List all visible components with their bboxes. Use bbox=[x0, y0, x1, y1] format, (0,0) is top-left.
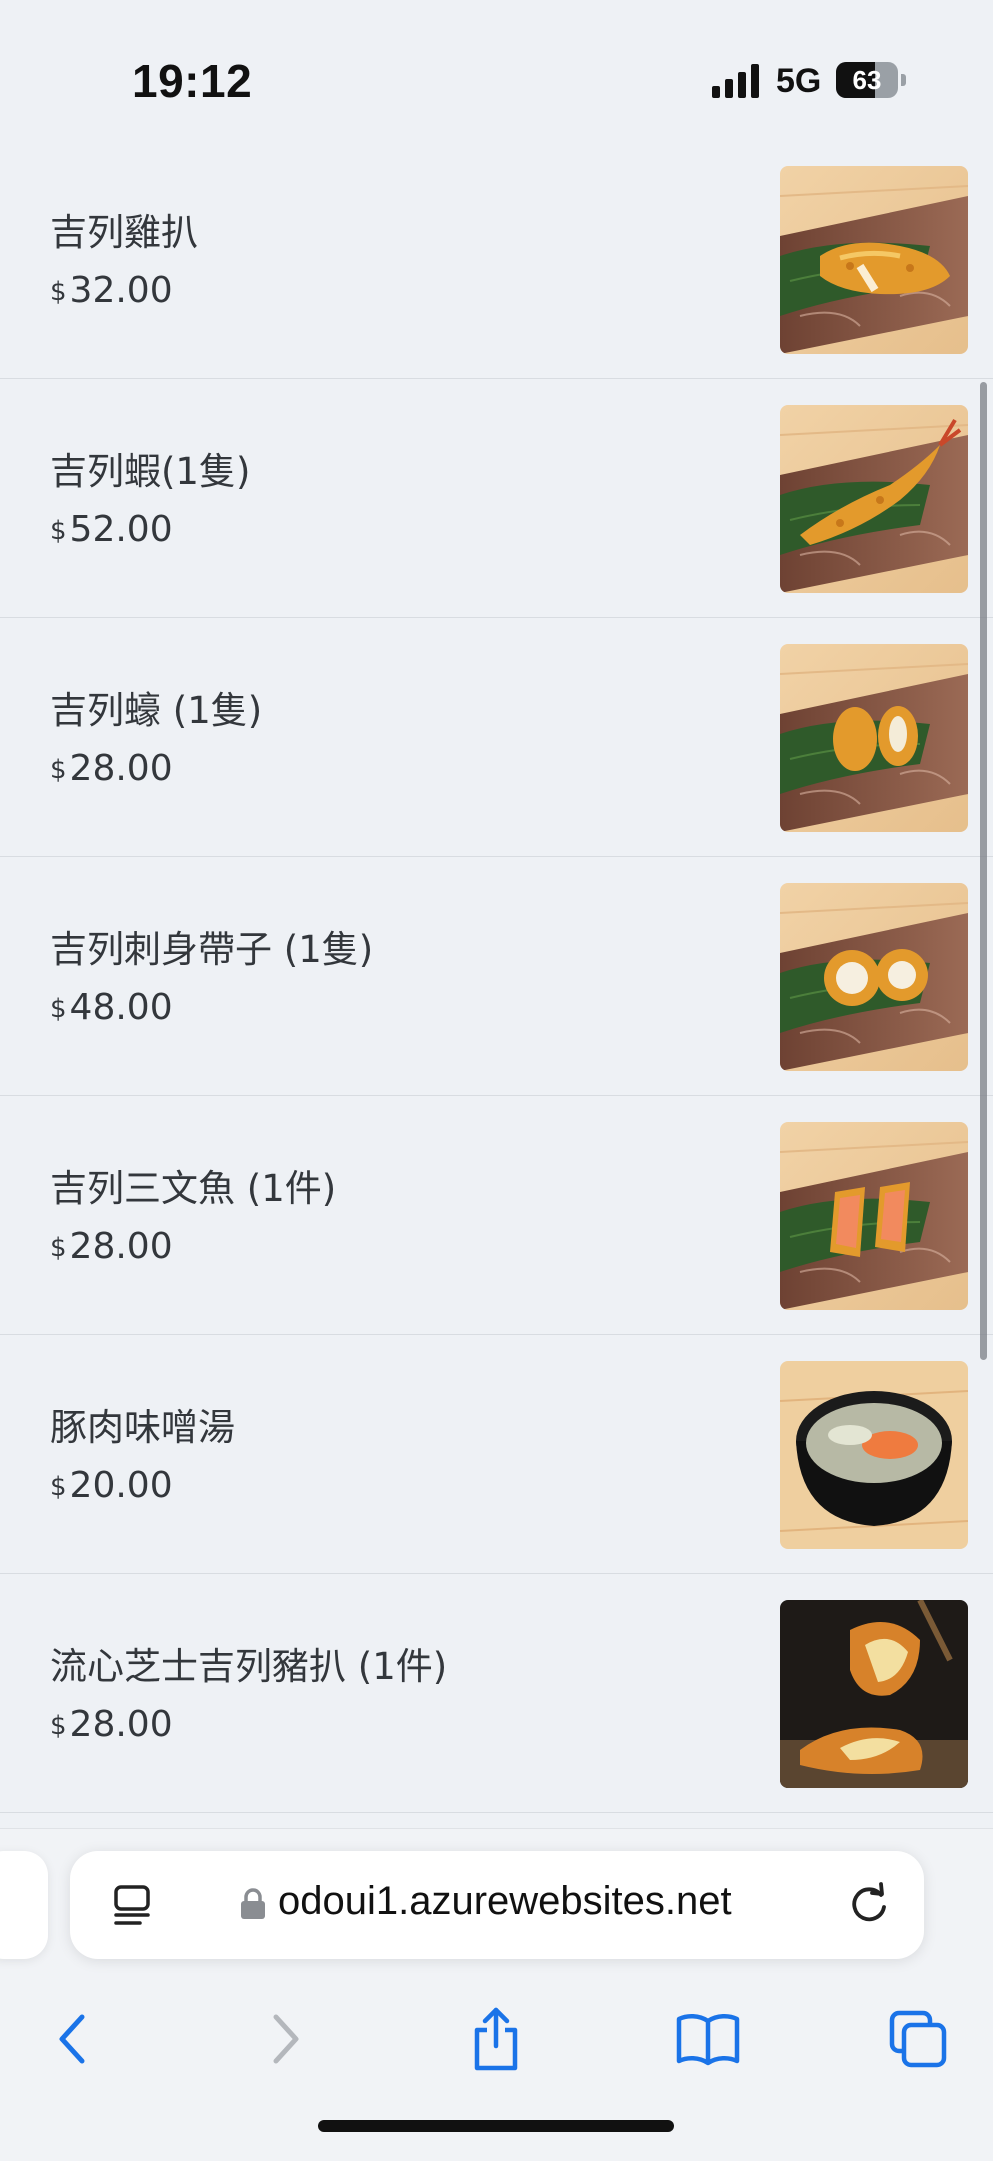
status-time: 19:12 bbox=[132, 55, 253, 107]
item-photo[interactable] bbox=[780, 644, 968, 832]
item-price: $48.00 bbox=[50, 987, 173, 1028]
menu-item[interactable]: 吉列雞扒 $32.00 bbox=[0, 140, 993, 379]
share-button[interactable] bbox=[456, 1999, 536, 2079]
menu-item[interactable]: 吉列蠔 (1隻) $28.00 bbox=[0, 618, 993, 857]
item-photo[interactable] bbox=[780, 166, 968, 354]
forward-button[interactable] bbox=[246, 1999, 326, 2079]
signal-icon bbox=[712, 64, 759, 98]
price-value: 28.00 bbox=[69, 1704, 173, 1745]
item-name: 吉列蝦(1隻) bbox=[50, 450, 251, 493]
currency-symbol: $ bbox=[50, 1233, 67, 1263]
url-text[interactable]: odoui1.azurewebsites.net bbox=[278, 1879, 732, 1924]
address-bar[interactable]: odoui1.azurewebsites.net bbox=[70, 1851, 924, 1959]
battery-icon: 63 bbox=[836, 62, 906, 98]
currency-symbol: $ bbox=[50, 1472, 67, 1502]
price-value: 28.00 bbox=[69, 1226, 173, 1267]
price-value: 32.00 bbox=[69, 270, 173, 311]
item-photo[interactable] bbox=[780, 1600, 968, 1788]
fried-prawn-image bbox=[780, 405, 968, 593]
item-price: $28.00 bbox=[50, 1226, 173, 1267]
item-price: $52.00 bbox=[50, 509, 173, 550]
previous-tab-edge[interactable] bbox=[0, 1851, 48, 1959]
fried-salmon-image bbox=[780, 1122, 968, 1310]
item-price: $28.00 bbox=[50, 748, 173, 789]
browser-chrome: odoui1.azurewebsites.net bbox=[0, 1828, 993, 2161]
currency-symbol: $ bbox=[50, 1711, 67, 1741]
item-photo[interactable] bbox=[780, 1122, 968, 1310]
menu-item[interactable]: 吉列刺身帶子 (1隻) $48.00 bbox=[0, 857, 993, 1096]
item-price: $28.00 bbox=[50, 1704, 173, 1745]
back-icon bbox=[59, 2014, 85, 2064]
fried-scallop-image bbox=[780, 883, 968, 1071]
menu-item[interactable]: 豚肉味噌湯 $20.00 bbox=[0, 1335, 993, 1574]
item-name: 流心芝士吉列豬扒 (1件) bbox=[50, 1645, 448, 1688]
price-value: 48.00 bbox=[69, 987, 173, 1028]
share-icon bbox=[474, 2007, 518, 2071]
fried-chicken-cutlet-image bbox=[780, 166, 968, 354]
currency-symbol: $ bbox=[50, 755, 67, 785]
item-photo[interactable] bbox=[780, 883, 968, 1071]
menu-item[interactable]: 吉列三文魚 (1件) $28.00 bbox=[0, 1096, 993, 1335]
tabs-icon bbox=[889, 2010, 947, 2068]
item-photo[interactable] bbox=[780, 405, 968, 593]
currency-symbol: $ bbox=[50, 994, 67, 1024]
item-name: 豚肉味噌湯 bbox=[50, 1406, 235, 1449]
item-photo[interactable] bbox=[780, 1361, 968, 1549]
item-price: $20.00 bbox=[50, 1465, 173, 1506]
currency-symbol: $ bbox=[50, 516, 67, 546]
price-value: 20.00 bbox=[69, 1465, 173, 1506]
status-bar: 19:12 5G 63 bbox=[0, 0, 993, 160]
tabs-button[interactable] bbox=[878, 1999, 958, 2079]
browser-toolbar bbox=[0, 1989, 993, 2089]
back-button[interactable] bbox=[32, 1999, 112, 2079]
reload-icon[interactable] bbox=[846, 1881, 892, 1927]
menu-list: 吉列雞扒 $32.00 吉列蝦(1隻) $52.00 吉列蠔 (1隻) $28.… bbox=[0, 140, 993, 1813]
scrollbar[interactable] bbox=[980, 382, 987, 1360]
battery-level: 63 bbox=[852, 65, 882, 95]
network-label: 5G bbox=[776, 62, 822, 100]
lock-icon bbox=[241, 1888, 265, 1919]
pork-miso-soup-image bbox=[780, 1361, 968, 1549]
cheese-pork-cutlet-image bbox=[780, 1600, 968, 1788]
item-name: 吉列刺身帶子 (1隻) bbox=[50, 928, 374, 971]
item-name: 吉列蠔 (1隻) bbox=[50, 689, 263, 732]
currency-symbol: $ bbox=[50, 277, 67, 307]
reader-mode-icon[interactable] bbox=[110, 1883, 154, 1927]
price-value: 52.00 bbox=[69, 509, 173, 550]
item-price: $32.00 bbox=[50, 270, 173, 311]
menu-item[interactable]: 吉列蝦(1隻) $52.00 bbox=[0, 379, 993, 618]
item-name: 吉列三文魚 (1件) bbox=[50, 1167, 337, 1210]
price-value: 28.00 bbox=[69, 748, 173, 789]
home-indicator bbox=[318, 2120, 674, 2132]
menu-item[interactable]: 流心芝士吉列豬扒 (1件) $28.00 bbox=[0, 1574, 993, 1813]
bookmarks-button[interactable] bbox=[668, 1999, 748, 2079]
forward-icon bbox=[273, 2014, 299, 2064]
item-name: 吉列雞扒 bbox=[50, 211, 198, 254]
fried-oyster-image bbox=[780, 644, 968, 832]
bookmarks-icon bbox=[676, 2014, 740, 2066]
